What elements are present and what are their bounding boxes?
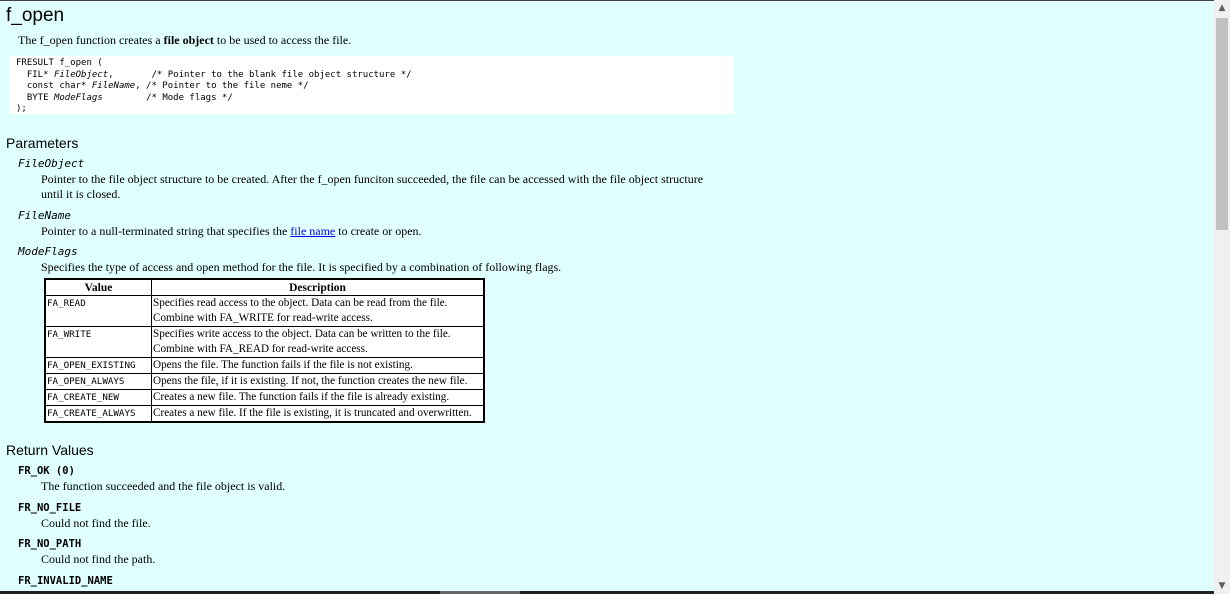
intro-paragraph: The f_open function creates a file objec…	[18, 33, 351, 48]
intro-text-before: The f_open function creates a	[18, 33, 164, 47]
prototype-param-filename: FileName	[91, 81, 136, 91]
prototype-param-modeflags: ModeFlags	[53, 92, 103, 103]
prototype-line-4-pre: BYTE	[16, 92, 54, 103]
prototype-line-2-pre: FIL*	[16, 69, 54, 80]
flag-description: Creates a new file. If the file is exist…	[151, 405, 485, 423]
param-modeflags-desc: Specifies the type of access and open me…	[41, 260, 562, 274]
return-fr-no-file-name: FR_NO_FILE	[18, 502, 82, 514]
table-header-description: Description	[151, 278, 485, 296]
table-header-row: Value Description	[44, 278, 485, 296]
table-row: FA_READ Specifies read access to the obj…	[44, 295, 485, 327]
flag-value: FA_OPEN_ALWAYS	[44, 373, 152, 390]
prototype-line-5: );	[16, 104, 27, 114]
flag-value: FA_WRITE	[44, 326, 152, 358]
prototype-line-3-pre: const char*	[16, 81, 92, 91]
param-filename-desc: Pointer to a null-terminated string that…	[41, 224, 711, 239]
flag-description: Specifies write access to the object. Da…	[151, 326, 485, 358]
scrollbar-thumb[interactable]	[1216, 18, 1228, 230]
param-fileobject-desc: Pointer to the file object structure to …	[41, 172, 704, 201]
prototype-line-4-post: /* Mode flags */	[102, 92, 233, 103]
return-fr-ok-name: FR_OK (0)	[18, 465, 75, 477]
flag-description: Opens the file. The function fails if th…	[151, 357, 485, 374]
table-row: FA_OPEN_EXISTING Opens the file. The fun…	[44, 357, 485, 374]
return-fr-invalid-name-name: FR_INVALID_NAME	[18, 575, 113, 587]
flag-value: FA_CREATE_ALWAYS	[44, 405, 152, 423]
param-filename-desc-after: to create or open.	[335, 224, 422, 238]
document-viewport[interactable]: f_open The f_open function creates a fil…	[0, 0, 1214, 594]
table-row: FA_CREATE_ALWAYS Creates a new file. If …	[44, 405, 485, 423]
flag-description: Creates a new file. The function fails i…	[151, 389, 485, 406]
flag-description: Specifies read access to the object. Dat…	[151, 295, 485, 327]
return-fr-no-path-desc: Could not find the path.	[41, 552, 156, 566]
prototype-line-3-post: , /* Pointer to the file neme */	[135, 81, 309, 91]
parameters-heading: Parameters	[6, 135, 79, 151]
return-fr-ok-desc: The function succeeded and the file obje…	[41, 479, 286, 493]
return-values-heading: Return Values	[6, 442, 94, 458]
param-filename-desc-before: Pointer to a null-terminated string that…	[41, 224, 291, 238]
file-name-link[interactable]: file name	[290, 224, 335, 238]
table-row: FA_CREATE_NEW Creates a new file. The fu…	[44, 389, 485, 406]
flag-value: FA_CREATE_NEW	[44, 389, 152, 406]
mode-flags-table: Value Description FA_READ Specifies read…	[44, 278, 485, 423]
intro-bold-term: file object	[163, 33, 214, 47]
chevron-down-icon[interactable]: ▼	[1214, 578, 1230, 594]
prototype-line-2-post: , /* Pointer to the blank file object st…	[108, 69, 412, 80]
chevron-up-icon[interactable]: ▲	[1214, 0, 1230, 16]
flag-value: FA_READ	[44, 295, 152, 327]
flag-value: FA_OPEN_EXISTING	[44, 357, 152, 374]
return-fr-no-file-desc: Could not find the file.	[41, 516, 151, 530]
param-fileobject-name: FileObject	[18, 157, 85, 170]
intro-text-after: to be used to access the file.	[213, 33, 352, 47]
table-header-value: Value	[44, 278, 152, 296]
function-prototype: FRESULT f_open ( FIL* FileObject, /* Poi…	[10, 56, 734, 114]
page-title: f_open	[6, 5, 65, 26]
prototype-param-fileobject: FileObject	[53, 69, 109, 80]
param-modeflags-name: ModeFlags	[18, 245, 78, 258]
table-row: FA_OPEN_ALWAYS Opens the file, if it is …	[44, 373, 485, 390]
table-row: FA_WRITE Specifies write access to the o…	[44, 326, 485, 358]
prototype-line-1: FRESULT f_open (	[16, 58, 103, 68]
flag-description: Opens the file, if it is existing. If no…	[151, 373, 485, 390]
param-filename-name: FileName	[18, 209, 71, 222]
return-fr-no-path-name: FR_NO_PATH	[18, 538, 82, 550]
vertical-scrollbar[interactable]: ▲ ▼	[1214, 0, 1230, 594]
